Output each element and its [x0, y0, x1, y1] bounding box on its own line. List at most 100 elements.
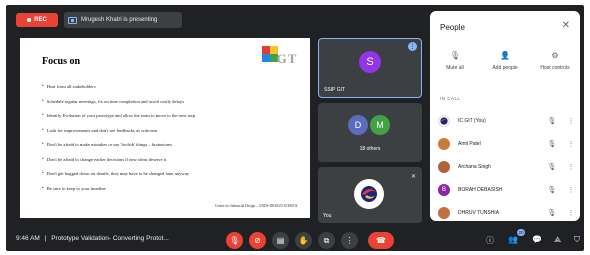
meet-window: REC Mrugesh Khatri is presenting Focus o… [6, 5, 584, 251]
present-button[interactable]: ⧉ [318, 232, 335, 249]
activities-button[interactable]: ⟁ [554, 235, 561, 245]
logo-square-red [262, 46, 270, 54]
avatar: D [348, 115, 368, 135]
logo-square-blue [262, 54, 270, 62]
mic-off-icon[interactable]: 🎙 [546, 140, 558, 148]
separator: | [44, 235, 47, 242]
activities-icon: ⟁ [554, 235, 562, 244]
more-options-icon[interactable]: ⋮ [566, 140, 576, 148]
participant-tile-speaker[interactable]: S ⋮ SSIP GIT [318, 38, 422, 98]
shield-icon: ⛉ [574, 235, 580, 244]
slide-bullet: • Schedule regular meetings, fix on time … [42, 98, 184, 104]
slide-bullet: • Don't get bogged down on details; they … [42, 171, 190, 176]
person-row[interactable]: Amit Patel 🎙 ⋮ [438, 135, 578, 153]
mic-off-icon[interactable]: 🎙 [546, 186, 558, 194]
host-controls-icon: ⚙ [551, 51, 559, 60]
participant-tile-self[interactable]: ✕ You [318, 167, 422, 223]
avatar: M [370, 115, 390, 135]
rec-label: REC [34, 17, 47, 23]
meeting-info: 9:46 AM | Prototype Validation- Converti… [16, 235, 169, 242]
logo-text: GT [276, 51, 298, 66]
person-row[interactable]: B BORAH DEBASISH 🎙 ⋮ [438, 181, 578, 199]
tile-name: SSIP GIT [324, 87, 346, 93]
swirl-logo-icon [440, 117, 448, 125]
slide-bullet: • Look for improvements and don't see fee… [42, 127, 158, 133]
end-call-button[interactable]: ☎ [368, 232, 394, 249]
presenting-banner: Mrugesh Khatri is presenting [64, 12, 182, 28]
gt-logo: GT [262, 46, 296, 72]
person-row[interactable]: IC GIT (You) 🎙 ⋮ [438, 112, 578, 130]
more-options-icon[interactable]: ⋮ [566, 209, 576, 217]
host-controls-button[interactable]: ⚙ Host controls [530, 51, 580, 71]
record-dot-icon [27, 18, 32, 22]
camera-toggle-button[interactable]: ⊘ [249, 232, 266, 249]
slide-bullet: • Be sure to keep to your timeline [42, 185, 106, 191]
tile-name: You [323, 213, 332, 219]
info-icon: ⓘ [486, 236, 494, 245]
in-call-section-label: IN CALL [440, 96, 461, 101]
shared-slide: Focus on GT • Hear from all stakeholders … [20, 38, 310, 218]
panel-actions: 🎙 Mute all 👤 Add people ⚙ Host controls [430, 51, 580, 71]
avatar [438, 138, 450, 150]
person-name: IC GIT (You) [458, 118, 486, 124]
mic-off-icon[interactable]: 🎙 [546, 117, 558, 125]
person-row[interactable]: Archana Singh 🎙 ⋮ [438, 158, 578, 176]
slide-bullet: • Hear from all stakeholders [42, 84, 96, 89]
avatar [438, 207, 450, 219]
person-name: Amit Patel [458, 141, 481, 147]
slide-bullet: • Don't be afraid to make mistakes or say… [42, 142, 172, 147]
mic-off-icon: 🎙 [229, 236, 240, 245]
presenting-label: Mrugesh Khatri is presenting [81, 17, 158, 23]
present-screen-icon: ⧉ [323, 235, 330, 245]
mic-off-icon: ✕ [410, 174, 416, 180]
panel-title: People [440, 23, 465, 32]
avatar [438, 161, 450, 173]
more-options-icon[interactable]: ⋮ [566, 163, 576, 171]
swirl-logo-icon [361, 186, 377, 202]
avatar: B [438, 184, 450, 196]
others-count-label: 18 others [359, 146, 381, 152]
people-panel: People ✕ 🎙 Mute all 👤 Add people ⚙ Host … [430, 11, 580, 221]
more-options-button[interactable]: ⋮ [341, 232, 358, 249]
avatar [438, 115, 450, 127]
person-name: Archana Singh [458, 164, 491, 170]
clock-time: 9:46 AM [16, 235, 40, 242]
avatar: S [359, 51, 381, 73]
add-people-button[interactable]: 👤 Add people [480, 51, 530, 71]
mic-off-icon[interactable]: 🎙 [546, 163, 558, 171]
mute-all-button[interactable]: 🎙 Mute all [430, 51, 480, 71]
hand-icon: ✋ [298, 236, 309, 245]
chat-button[interactable]: 💬 [532, 235, 542, 244]
captions-icon: ▤ [276, 236, 285, 245]
close-icon[interactable]: ✕ [562, 20, 570, 31]
person-name: DHRUV TUNSHIA [458, 210, 500, 216]
meeting-details-button[interactable]: ⓘ [486, 235, 494, 246]
captions-button[interactable]: ▤ [272, 232, 289, 249]
more-options-icon[interactable]: ⋮ [566, 186, 576, 194]
people-button[interactable]: 👥 [508, 235, 518, 244]
add-person-icon: 👤 [500, 51, 510, 60]
slide-bullet: • Identify Evolution of your prototype an… [42, 113, 196, 118]
participant-count-badge: 20 [517, 229, 525, 236]
camera-off-icon: ⊘ [254, 236, 261, 245]
more-options-icon: ⋮ [345, 236, 354, 245]
person-row[interactable]: DHRUV TUNSHIA 🎙 ⋮ [438, 204, 578, 221]
participant-tile-others[interactable]: D M 18 others [318, 103, 422, 162]
mic-off-icon[interactable]: 🎙 [546, 209, 558, 217]
mic-off-icon: 🎙 [449, 51, 461, 60]
more-options-icon[interactable]: ⋮ [566, 117, 576, 125]
people-icon: 👥 [508, 235, 518, 244]
host-controls-button[interactable]: ⛉ [574, 235, 580, 245]
chat-icon: 💬 [532, 235, 542, 244]
slide-bullet-list: • Hear from all stakeholders • Schedule re… [42, 84, 292, 200]
phone-hangup-icon: ☎ [376, 236, 386, 245]
raise-hand-button[interactable]: ✋ [295, 232, 312, 249]
present-screen-icon [68, 16, 77, 24]
user-logo-avatar [354, 179, 384, 209]
recording-indicator: REC [16, 13, 58, 27]
more-options-icon[interactable]: ⋮ [408, 42, 417, 51]
microphone-toggle-button[interactable]: 🎙 [226, 232, 243, 249]
person-name: BORAH DEBASISH [458, 187, 503, 193]
slide-title: Focus on [42, 56, 81, 67]
meeting-title: Prototype Validation- Converting Protot.… [51, 235, 169, 242]
